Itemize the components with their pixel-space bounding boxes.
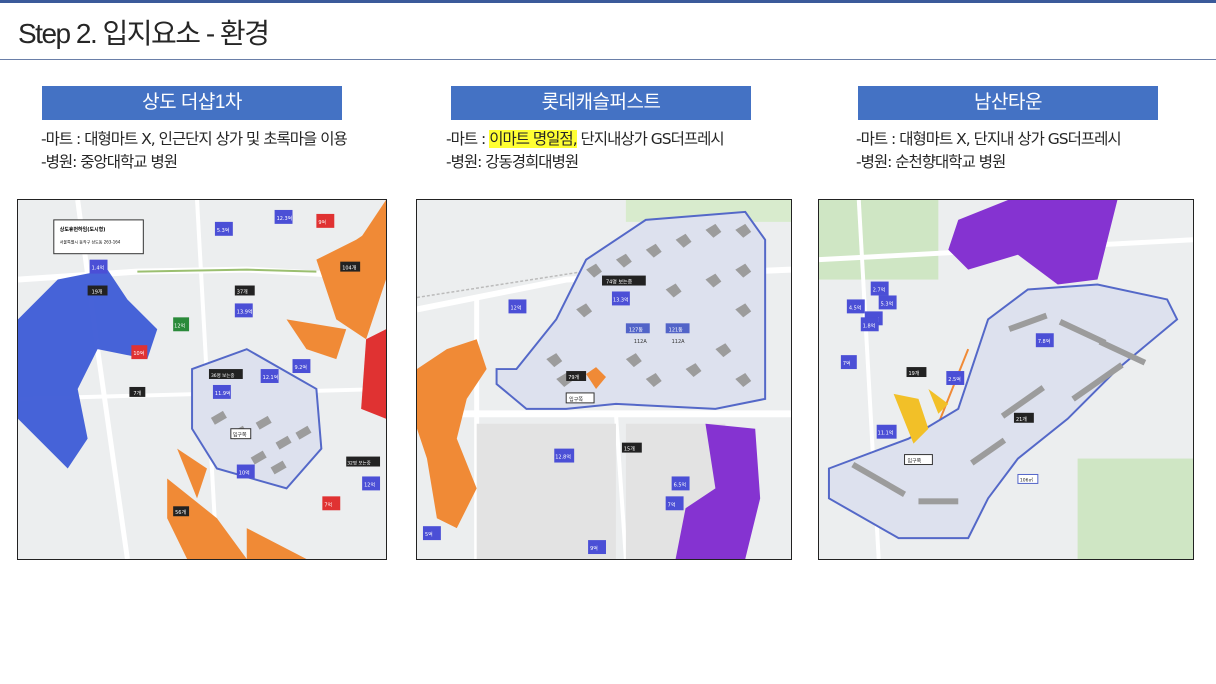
svg-text:1.8억: 1.8억 — [863, 322, 875, 329]
svg-text:127동: 127동 — [629, 327, 643, 333]
svg-text:13.3억: 13.3억 — [613, 296, 629, 303]
svg-text:19개: 19개 — [92, 288, 103, 295]
svg-text:12억: 12억 — [174, 322, 185, 329]
svg-text:74명 보는중: 74명 보는중 — [606, 279, 633, 286]
svg-text:12억: 12억 — [511, 304, 522, 311]
svg-text:15개: 15개 — [624, 446, 635, 453]
complex-name-banner: 상도 더샵1차 — [42, 86, 342, 120]
svg-text:2.7억: 2.7억 — [873, 286, 885, 293]
svg-text:11.1억: 11.1억 — [878, 430, 894, 437]
svg-text:11.9억: 11.9억 — [215, 390, 231, 397]
amenity-notes: -마트 : 이마트 명일점, 단지내상가 GS더프레시 -병원: 강동경희대병원 — [446, 128, 725, 174]
location-map[interactable]: 상도휴먼하임(도시형) 서울특별시 동작구 상도동 263-164 1.4억 5… — [17, 199, 387, 560]
mart-highlight: 이마트 명일점, — [489, 130, 578, 148]
hospital-note: -병원: 순천향대학교 병원 — [856, 153, 1006, 171]
svg-text:9억: 9억 — [590, 545, 598, 552]
svg-text:112A: 112A — [672, 339, 685, 345]
mart-note: -마트 : 대형마트 X, 인근단지 상가 및 초록마을 이용 — [41, 130, 348, 148]
map-popup-title: 상도휴먼하임(도시형) — [60, 226, 106, 233]
title-divider — [0, 59, 1216, 60]
top-accent-bar — [0, 0, 1216, 3]
svg-text:7억: 7억 — [668, 501, 676, 508]
mart-note: -마트 : 이마트 명일점, 단지내상가 GS더프레시 — [446, 128, 725, 151]
svg-text:입구쪽: 입구쪽 — [908, 458, 922, 465]
svg-text:10억: 10억 — [239, 469, 250, 476]
svg-text:19개: 19개 — [909, 370, 920, 377]
svg-text:12.1억: 12.1억 — [263, 374, 279, 381]
svg-text:36명 보는중: 36명 보는중 — [211, 372, 235, 379]
svg-text:7억: 7억 — [843, 360, 851, 367]
svg-text:입구쪽: 입구쪽 — [569, 396, 583, 403]
svg-text:37개: 37개 — [237, 288, 248, 295]
svg-text:5.3억: 5.3억 — [881, 300, 893, 307]
svg-text:32명 보는중: 32명 보는중 — [347, 460, 371, 467]
location-map[interactable]: 2.7억 5.3억 4.5억 5.3억 1.8억 2.5억 11.1억 7억 7… — [818, 199, 1194, 560]
page-title: Step 2. 입지요소 - 환경 — [18, 18, 270, 49]
svg-text:9억: 9억 — [318, 219, 326, 226]
svg-text:13.9억: 13.9억 — [237, 308, 253, 315]
svg-text:5억: 5억 — [425, 531, 433, 538]
svg-text:1.4억: 1.4억 — [92, 265, 104, 272]
amenity-notes: -마트 : 대형마트 X, 인근단지 상가 및 초록마을 이용 -병원: 중앙대… — [41, 128, 348, 174]
svg-text:10억: 10억 — [133, 350, 144, 357]
svg-text:7.8억: 7.8억 — [1038, 338, 1050, 345]
svg-text:104개: 104개 — [342, 265, 356, 272]
hospital-note: -병원: 강동경희대병원 — [446, 153, 579, 171]
svg-text:2.5억: 2.5억 — [948, 376, 960, 383]
svg-text:7개: 7개 — [133, 390, 141, 397]
svg-text:121동: 121동 — [669, 327, 683, 333]
svg-text:12억: 12억 — [364, 481, 375, 488]
svg-text:21개: 21개 — [1016, 416, 1027, 423]
hospital-note: -병원: 중앙대학교 병원 — [41, 153, 178, 171]
mart-note-prefix: -마트 : — [446, 130, 490, 148]
svg-text:5.3억: 5.3억 — [217, 227, 229, 234]
svg-text:56개: 56개 — [175, 509, 186, 516]
complex-name-banner: 롯데캐슬퍼스트 — [451, 86, 751, 120]
svg-text:7억: 7억 — [324, 501, 332, 508]
svg-text:입구쪽: 입구쪽 — [233, 432, 247, 439]
svg-text:12.3억: 12.3억 — [277, 215, 293, 222]
svg-text:106㎡: 106㎡ — [1020, 476, 1034, 483]
complex-name-banner: 남산타운 — [858, 86, 1158, 120]
svg-text:12.8억: 12.8억 — [555, 454, 571, 461]
mart-note: -마트 : 대형마트 X, 단지내 상가 GS더프레시 — [856, 130, 1122, 148]
svg-text:4.5억: 4.5억 — [849, 304, 861, 311]
svg-text:79개: 79개 — [568, 374, 579, 381]
svg-text:9.2억: 9.2억 — [294, 364, 306, 371]
amenity-notes: -마트 : 대형마트 X, 단지내 상가 GS더프레시 -병원: 순천향대학교 … — [856, 128, 1122, 174]
location-map[interactable]: 74명 보는중 79개 입구쪽 15개 127동 121동 112A 112A … — [416, 199, 792, 560]
svg-text:6.5억: 6.5억 — [674, 481, 686, 488]
map-popup-address: 서울특별시 동작구 상도동 263-164 — [60, 240, 121, 245]
svg-text:112A: 112A — [634, 339, 647, 345]
mart-note-suffix: 단지내상가 GS더프레시 — [576, 130, 725, 148]
